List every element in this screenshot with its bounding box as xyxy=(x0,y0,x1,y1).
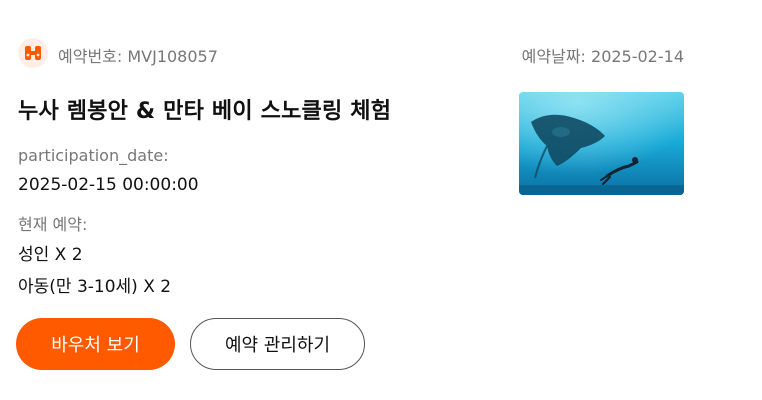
reservation-item-adult: 성인 X 2 xyxy=(18,245,83,265)
participation-date-label: participation_date: xyxy=(18,146,169,165)
product-title[interactable]: 누사 렘봉안 & 만타 베이 스노클링 체험 xyxy=(18,93,391,125)
manage-booking-button[interactable]: 예약 관리하기 xyxy=(190,318,365,370)
booking-date: 예약날짜: 2025-02-14 xyxy=(521,47,684,66)
product-thumbnail[interactable] xyxy=(519,92,684,195)
reservation-item-child: 아동(만 3-10세) X 2 xyxy=(18,277,172,297)
participation-date-value: 2025-02-15 00:00:00 xyxy=(18,175,199,195)
brand-logo-icon xyxy=(18,38,48,68)
booking-number: 예약번호: MVJ108057 xyxy=(58,47,218,66)
current-reservation-label: 현재 예약: xyxy=(18,215,88,234)
booking-card: 예약번호: MVJ108057 예약날짜: 2025-02-14 누사 렘봉안 … xyxy=(0,0,762,400)
view-voucher-button[interactable]: 바우처 보기 xyxy=(16,318,175,370)
